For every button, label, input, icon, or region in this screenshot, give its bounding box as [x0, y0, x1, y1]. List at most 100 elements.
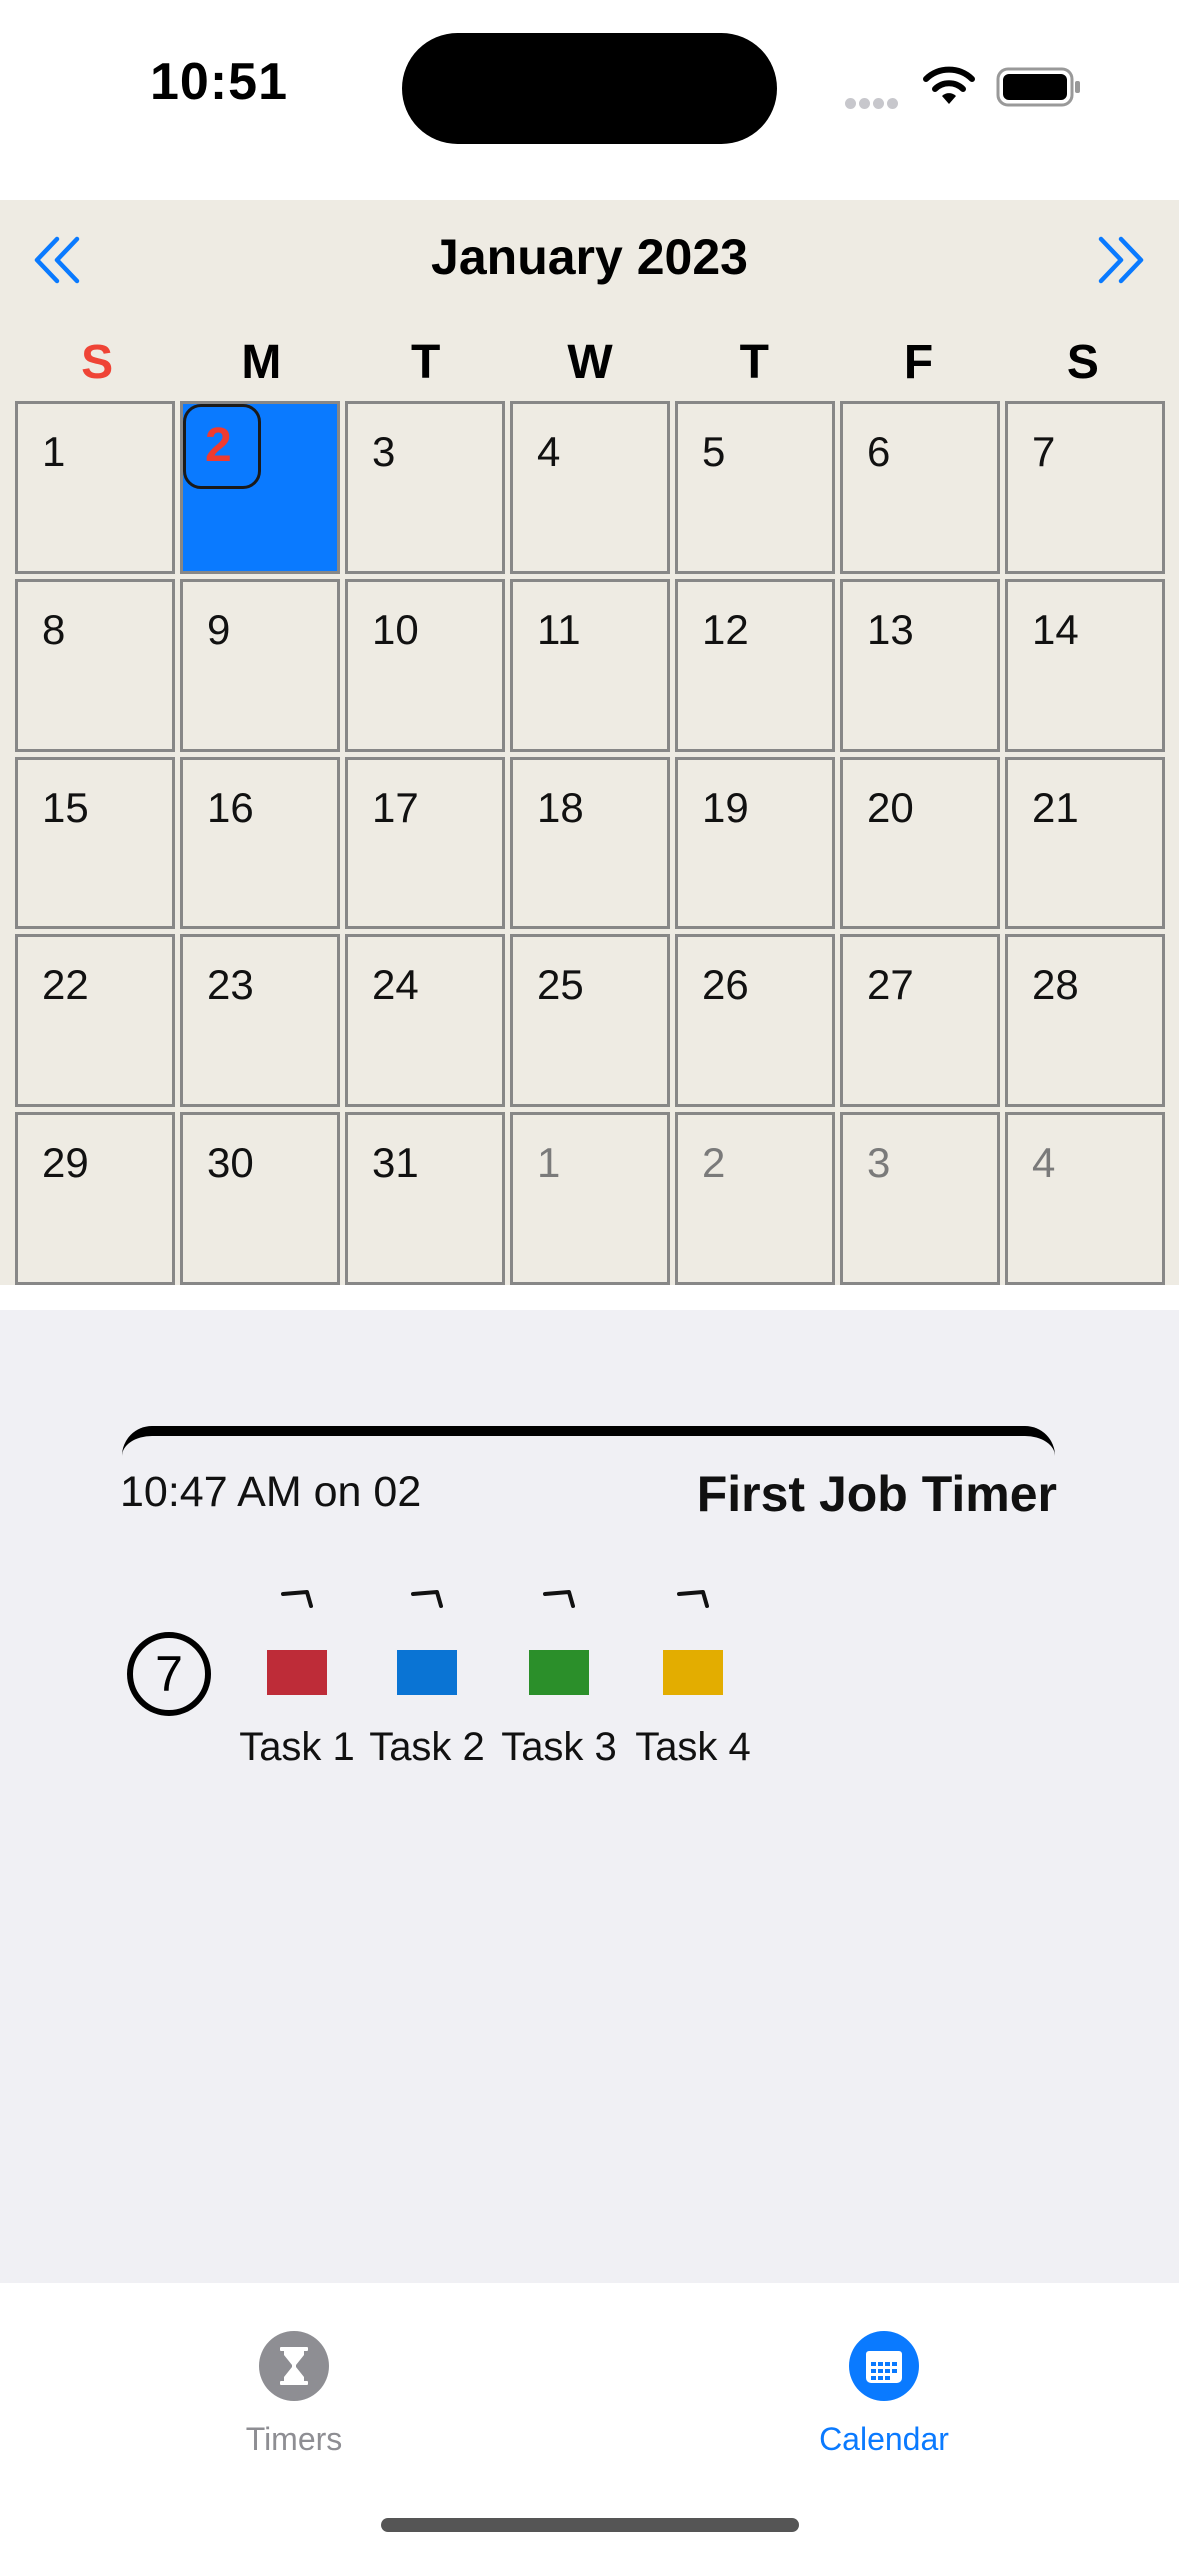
- calendar-day[interactable]: 10: [345, 578, 505, 752]
- calendar-day[interactable]: 28: [1005, 934, 1165, 1108]
- calendar-grid: 1 2 3 4 5 6 7 8 9 10 11 12 13 14 15 16 1…: [15, 401, 1165, 1285]
- task-item[interactable]: Task 1: [237, 1588, 357, 1770]
- calendar-icon: [849, 2331, 919, 2401]
- wifi-icon: [923, 66, 975, 104]
- calendar-day[interactable]: 9: [180, 578, 340, 752]
- battery-icon: [996, 67, 1080, 107]
- flag-icon: [677, 1590, 709, 1608]
- status-time: 10:51: [150, 53, 288, 111]
- calendar-day-next-month[interactable]: 3: [840, 1112, 1000, 1285]
- day-number: 30: [207, 1139, 254, 1187]
- day-number: 2: [702, 1139, 726, 1187]
- calendar-day-selected[interactable]: 2: [180, 401, 340, 574]
- entry-card-top-edge: [122, 1426, 1055, 1456]
- day-number: 25: [537, 961, 584, 1009]
- calendar-day[interactable]: 13: [840, 578, 1000, 752]
- next-month-button[interactable]: [1090, 230, 1150, 290]
- calendar-day[interactable]: 14: [1005, 578, 1165, 752]
- task-label: Task 3: [501, 1725, 617, 1769]
- weekday-header: S M T W T F S: [15, 335, 1165, 390]
- calendar-day[interactable]: 7: [1005, 401, 1165, 574]
- cellular-signal-icon: [845, 96, 905, 109]
- calendar-day[interactable]: 8: [15, 578, 175, 752]
- day-number: 29: [42, 1139, 89, 1187]
- calendar-day[interactable]: 21: [1005, 756, 1165, 930]
- day-number: 31: [372, 1139, 419, 1187]
- calendar-day[interactable]: 3: [345, 401, 505, 574]
- day-number: 19: [702, 783, 749, 831]
- calendar-day[interactable]: 19: [675, 756, 835, 930]
- entry-time: 10:47 AM on 02: [120, 1468, 422, 1516]
- task-count: 7: [155, 1646, 183, 1702]
- calendar-day[interactable]: 4: [510, 401, 670, 574]
- month-title: January 2023: [431, 229, 748, 285]
- calendar-day-next-month[interactable]: 2: [675, 1112, 835, 1285]
- task-label: Task 2: [369, 1725, 485, 1769]
- calendar-day[interactable]: 31: [345, 1112, 505, 1285]
- task-item[interactable]: Task 3: [499, 1588, 619, 1770]
- day-number: 1: [537, 1139, 561, 1187]
- entry-title[interactable]: First Job Timer: [697, 1465, 1057, 1523]
- day-number: 26: [702, 961, 749, 1009]
- tab-timers[interactable]: Timers: [174, 2331, 414, 2458]
- task-color-swatch: [663, 1650, 723, 1695]
- day-number: 14: [1032, 605, 1079, 653]
- weekday-label: T: [739, 336, 769, 389]
- calendar-day[interactable]: 20: [840, 756, 1000, 930]
- flag-icon: [281, 1590, 313, 1608]
- calendar-day[interactable]: 30: [180, 1112, 340, 1285]
- tab-label: Calendar: [819, 2421, 949, 2457]
- calendar-day[interactable]: 18: [510, 756, 670, 930]
- tab-label: Timers: [245, 2421, 343, 2457]
- day-number: 4: [1032, 1139, 1056, 1187]
- calendar-day[interactable]: 5: [675, 401, 835, 574]
- calendar-day[interactable]: 23: [180, 934, 340, 1108]
- home-indicator[interactable]: [381, 2518, 799, 2532]
- calendar-day[interactable]: 1: [15, 401, 175, 574]
- calendar-day[interactable]: 24: [345, 934, 505, 1108]
- day-number: 4: [537, 428, 561, 475]
- day-number: 18: [537, 783, 584, 831]
- calendar-day[interactable]: 16: [180, 756, 340, 930]
- flag-icon: [411, 1590, 443, 1608]
- day-number: 11: [537, 605, 581, 653]
- calendar-day[interactable]: 15: [15, 756, 175, 930]
- day-number: 5: [702, 428, 726, 475]
- calendar-day[interactable]: 26: [675, 934, 835, 1108]
- calendar-day[interactable]: 6: [840, 401, 1000, 574]
- calendar-day[interactable]: 12: [675, 578, 835, 752]
- calendar-day[interactable]: 29: [15, 1112, 175, 1285]
- day-number: 6: [867, 428, 891, 475]
- day-number: 17: [372, 783, 419, 831]
- task-item[interactable]: Task 2: [367, 1588, 487, 1770]
- day-number: 7: [1032, 428, 1056, 475]
- day-number: 28: [1032, 961, 1079, 1009]
- day-number: 10: [372, 605, 419, 653]
- day-number: 13: [867, 605, 914, 653]
- calendar-day-next-month[interactable]: 4: [1005, 1112, 1165, 1285]
- double-chevron-right-icon: [1098, 236, 1144, 284]
- task-label: Task 1: [239, 1725, 355, 1769]
- day-number: 27: [867, 961, 914, 1009]
- day-number: 9: [207, 605, 231, 653]
- day-number: 3: [372, 428, 396, 475]
- calendar-day[interactable]: 27: [840, 934, 1000, 1108]
- calendar-day[interactable]: 11: [510, 578, 670, 752]
- calendar-day-next-month[interactable]: 1: [510, 1112, 670, 1285]
- calendar: January 2023 S M T W T F S 1 2 3 4 5 6 7…: [0, 200, 1179, 1285]
- weekday-label: W: [567, 336, 613, 389]
- day-number: 15: [42, 783, 89, 831]
- flag-icon: [543, 1590, 575, 1608]
- day-number: 1: [42, 428, 66, 475]
- calendar-day[interactable]: 22: [15, 934, 175, 1108]
- task-item[interactable]: Task 4: [633, 1588, 753, 1770]
- day-number: 20: [867, 783, 914, 831]
- day-number: 24: [372, 961, 419, 1009]
- calendar-day[interactable]: 17: [345, 756, 505, 930]
- dynamic-island: [402, 33, 777, 144]
- day-number: 21: [1032, 783, 1079, 831]
- calendar-day[interactable]: 25: [510, 934, 670, 1108]
- tab-calendar[interactable]: Calendar: [764, 2331, 1004, 2458]
- day-number: 16: [207, 783, 254, 831]
- task-color-swatch: [267, 1650, 327, 1695]
